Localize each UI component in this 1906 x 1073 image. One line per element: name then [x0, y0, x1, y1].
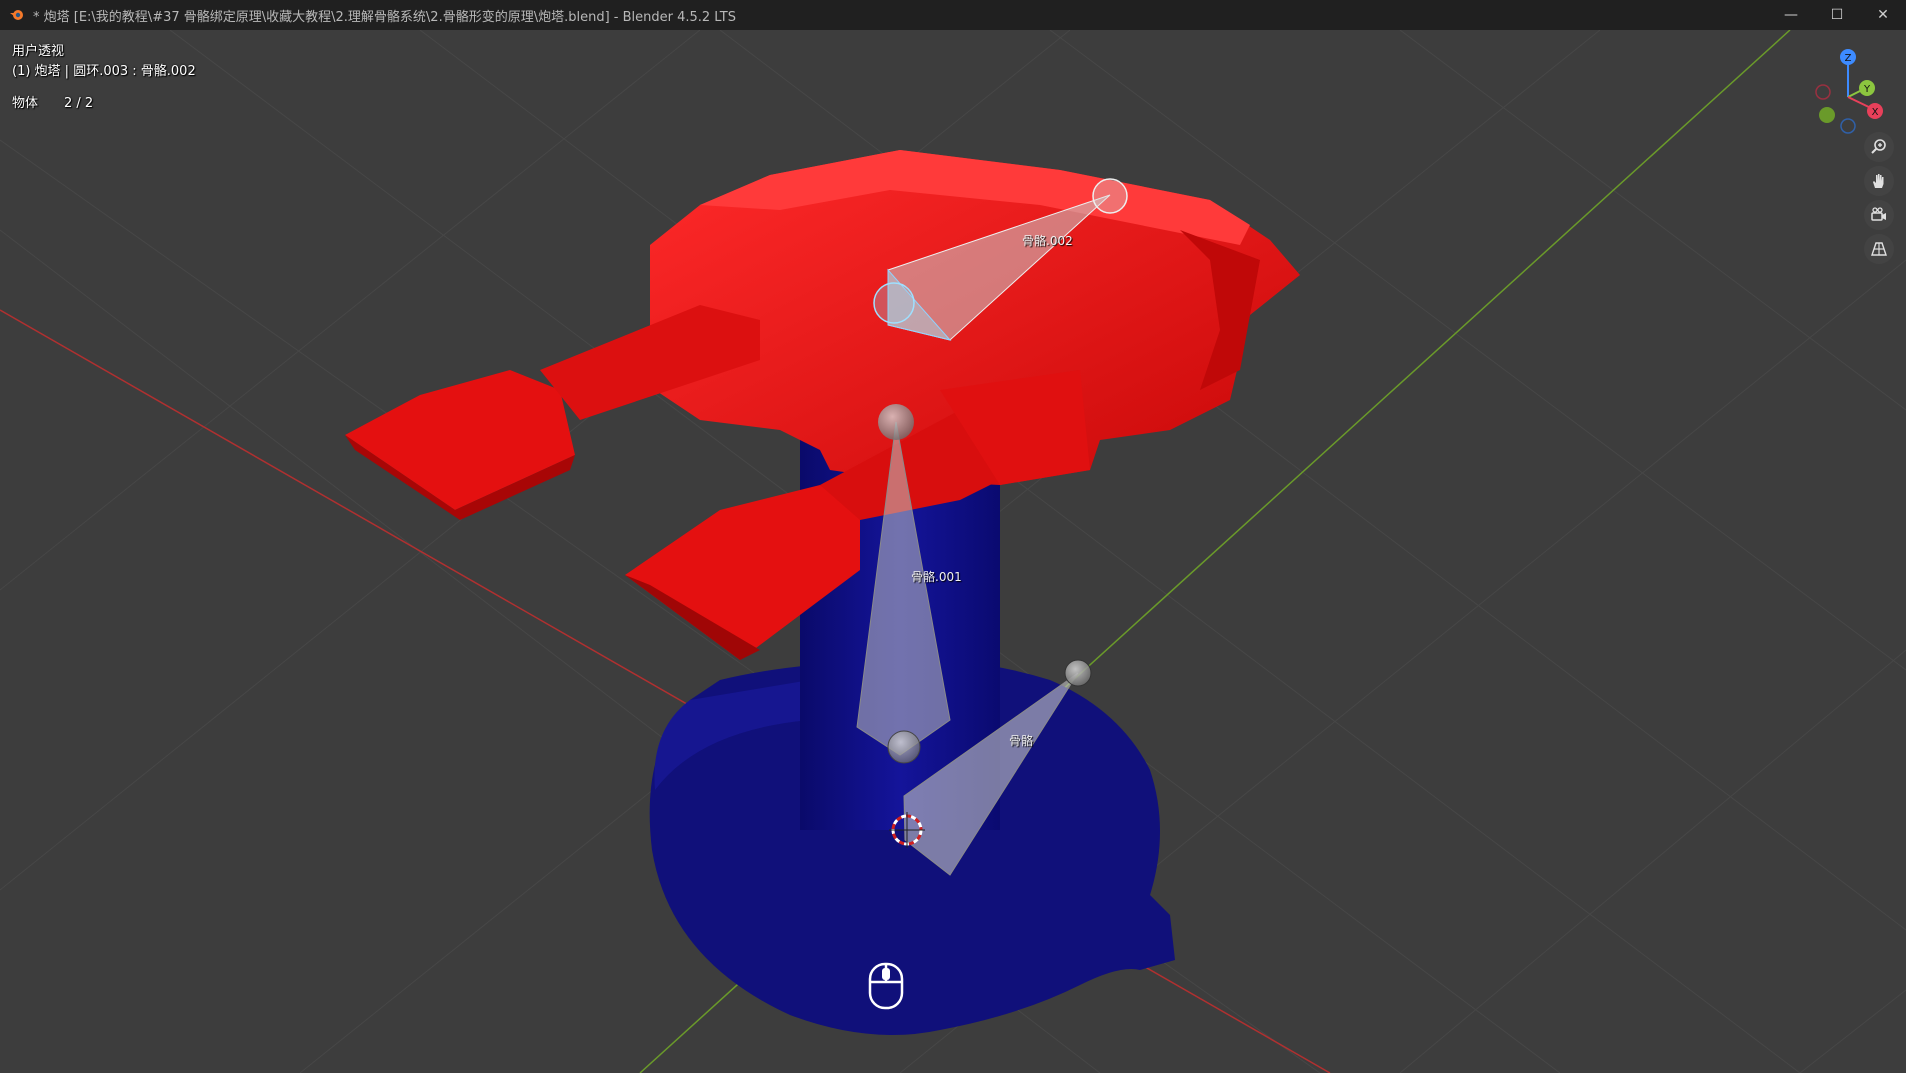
y-axis-label: Y — [1863, 84, 1871, 95]
zoom-button[interactable] — [1864, 132, 1894, 162]
blender-window: * 炮塔 [E:\我的教程\#37 骨骼绑定原理\收藏大教程\2.理解骨骼系统\… — [0, 0, 1906, 1073]
viewport-scene — [0, 30, 1906, 1073]
perspective-grid-icon — [1871, 242, 1887, 256]
mouse-icon — [868, 962, 904, 1010]
neg-x-axis-icon[interactable] — [1815, 84, 1831, 100]
neg-y-axis-icon[interactable] — [1819, 107, 1835, 123]
pan-button[interactable] — [1864, 166, 1894, 196]
zoom-icon — [1871, 139, 1886, 154]
perspective-toggle-button[interactable] — [1864, 234, 1894, 264]
turret-head-mesh — [345, 150, 1300, 660]
stats-label: 物体 — [12, 96, 39, 111]
neg-z-axis-icon[interactable] — [1840, 118, 1856, 134]
active-object-context: (1) 炮塔 | 圆环.003 : 骨骼.002 — [12, 64, 196, 79]
title-bar: * 炮塔 [E:\我的教程\#37 骨骼绑定原理\收藏大教程\2.理解骨骼系统\… — [0, 0, 1906, 30]
window-controls: — ☐ ✕ — [1768, 0, 1906, 30]
view-name: 用户透视 — [12, 44, 65, 59]
stats-value: 2 / 2 — [64, 96, 94, 111]
x-axis-label: X — [1872, 107, 1879, 118]
maximize-button[interactable]: ☐ — [1814, 0, 1860, 30]
blender-logo-icon — [10, 10, 23, 20]
close-button[interactable]: ✕ — [1860, 0, 1906, 30]
viewport-nav-buttons — [1864, 132, 1894, 264]
minimize-button[interactable]: — — [1768, 0, 1814, 30]
window-title: * 炮塔 [E:\我的教程\#37 骨骼绑定原理\收藏大教程\2.理解骨骼系统\… — [33, 9, 736, 25]
z-axis-label: Z — [1845, 53, 1852, 64]
viewport-info-overlay: 用户透视 (1) 炮塔 | 圆环.003 : 骨骼.002 物体 2 / 2 — [12, 42, 196, 114]
camera-view-button[interactable] — [1864, 200, 1894, 230]
3d-viewport[interactable]: 用户透视 (1) 炮塔 | 圆环.003 : 骨骼.002 物体 2 / 2 骨… — [0, 30, 1906, 1073]
bone-label-bone-001: 骨骼.001 — [911, 570, 962, 584]
bone-label-bone-002: 骨骼.002 — [1022, 234, 1073, 248]
pan-hand-icon — [1873, 174, 1884, 188]
navigation-gizmo[interactable]: Z Y X — [1805, 45, 1890, 140]
camera-icon — [1871, 207, 1886, 221]
bone-label-bone: 骨骼 — [1009, 734, 1034, 748]
object-stats: 物体 2 / 2 — [12, 94, 196, 114]
